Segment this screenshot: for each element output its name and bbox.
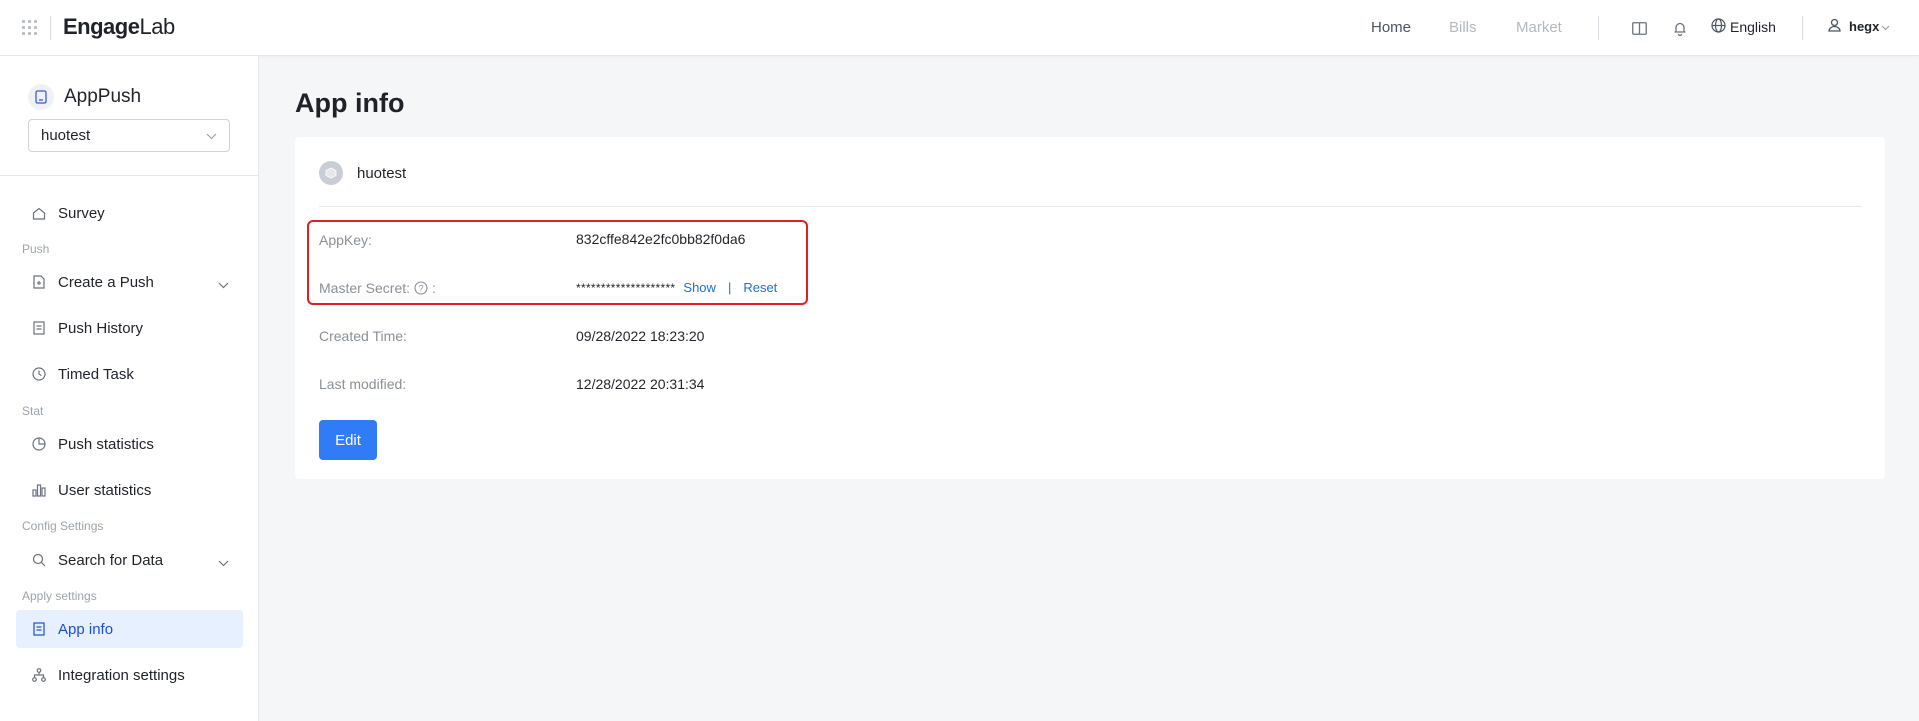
link-separator: | — [727, 280, 732, 295]
search-icon — [32, 553, 46, 567]
sidebar-item-survey[interactable]: Survey — [16, 194, 243, 232]
top-bar: EngageLab Home Bills Market English hegx — [0, 0, 1919, 56]
sidebar-item-label: Integration settings — [58, 666, 185, 684]
language-label: English — [1730, 19, 1776, 35]
app-select[interactable]: huotest — [28, 119, 230, 152]
sidebar-divider — [0, 175, 259, 176]
product-brand: AppPush — [28, 84, 141, 110]
sidebar-item-app-info[interactable]: App info — [16, 610, 243, 648]
last-modified-label: Last modified: — [319, 376, 407, 392]
sidebar-item-label: Timed Task — [58, 365, 134, 383]
sidebar-item-label: App info — [58, 620, 114, 638]
app-push-icon — [28, 84, 54, 110]
sidebar-item-label: Survey — [58, 204, 105, 222]
engagelab-logo[interactable]: EngageLab — [63, 14, 175, 40]
svg-text:?: ? — [419, 283, 424, 293]
last-modified-value: 12/28/2022 20:31:34 — [576, 376, 705, 392]
master-secret-label: Master Secret: ? : — [319, 280, 436, 296]
sidebar-item-push-statistics[interactable]: Push statistics — [16, 425, 243, 463]
language-switcher[interactable]: English — [1711, 18, 1776, 36]
sidebar-item-label: Push statistics — [58, 435, 154, 453]
sidebar-item-label: User statistics — [58, 481, 152, 499]
app-avatar-icon — [319, 161, 343, 185]
sidebar-item-search-data[interactable]: Search for Data — [16, 541, 243, 579]
nav-home[interactable]: Home — [1371, 19, 1411, 36]
sidebar-group-apply: Apply settings — [22, 589, 97, 603]
apps-grid-icon[interactable] — [22, 20, 37, 35]
bar-chart-icon — [32, 483, 46, 497]
appkey-label: AppKey: — [319, 232, 372, 248]
chevron-down-icon — [206, 127, 217, 144]
history-document-icon — [32, 321, 46, 335]
pie-chart-icon — [32, 437, 46, 451]
chevron-down-icon — [1881, 19, 1890, 34]
app-select-value: huotest — [41, 127, 91, 144]
reset-secret-link[interactable]: Reset — [743, 280, 777, 295]
app-info-card: huotest AppKey: 832cffe842e2fc0bb82f0da6… — [295, 137, 1885, 479]
top-divider — [50, 16, 51, 40]
bell-icon[interactable] — [1670, 18, 1690, 38]
edit-button[interactable]: Edit — [319, 420, 377, 460]
sidebar-item-user-statistics[interactable]: User statistics — [16, 471, 243, 509]
sidebar-item-label: Create a Push — [58, 273, 154, 291]
app-name: huotest — [357, 164, 407, 182]
master-secret-value: ******************** Show | Reset — [576, 280, 777, 295]
user-icon — [1828, 18, 1841, 35]
sidebar-item-create-push[interactable]: Create a Push — [16, 263, 243, 301]
sidebar-item-push-history[interactable]: Push History — [16, 309, 243, 347]
nav-divider — [1598, 16, 1599, 40]
sidebar-item-integration[interactable]: Integration settings — [16, 656, 243, 694]
appkey-value: 832cffe842e2fc0bb82f0da6 — [576, 231, 746, 247]
sidebar-group-config: Config Settings — [22, 519, 104, 533]
master-secret-label-text: Master Secret: — [319, 280, 411, 296]
page-title: App info — [295, 88, 405, 118]
docs-book-icon[interactable] — [1629, 18, 1649, 38]
globe-icon — [1711, 18, 1726, 36]
sidebar-item-label: Search for Data — [58, 551, 164, 569]
username: hegx — [1849, 19, 1880, 34]
help-circle-icon[interactable]: ? — [414, 281, 428, 295]
document-plus-icon — [32, 275, 46, 289]
created-time-value: 09/28/2022 18:23:20 — [576, 328, 705, 344]
clock-icon — [32, 367, 46, 381]
show-secret-link[interactable]: Show — [683, 280, 716, 295]
nav-divider — [1802, 16, 1803, 40]
chevron-down-icon — [218, 276, 229, 293]
sidebar-group-push: Push — [22, 242, 50, 256]
master-secret-colon: : — [432, 280, 436, 296]
masked-secret: ******************** — [576, 280, 676, 295]
user-menu[interactable]: hegx — [1828, 18, 1890, 35]
sidebar-item-label: Push History — [58, 319, 144, 337]
hierarchy-icon — [32, 668, 46, 682]
document-icon — [32, 622, 46, 636]
chevron-down-icon — [218, 554, 229, 571]
sidebar-group-stat: Stat — [22, 404, 44, 418]
nav-bills[interactable]: Bills — [1449, 19, 1477, 36]
created-time-label: Created Time: — [319, 328, 407, 344]
card-divider — [319, 206, 1861, 207]
app-header: huotest — [319, 161, 406, 185]
product-name: AppPush — [64, 86, 142, 107]
sidebar: AppPush huotest Survey Push Create a Pus… — [0, 56, 259, 721]
home-icon — [32, 206, 46, 220]
nav-market[interactable]: Market — [1516, 19, 1562, 36]
sidebar-item-timed-task[interactable]: Timed Task — [16, 355, 243, 393]
